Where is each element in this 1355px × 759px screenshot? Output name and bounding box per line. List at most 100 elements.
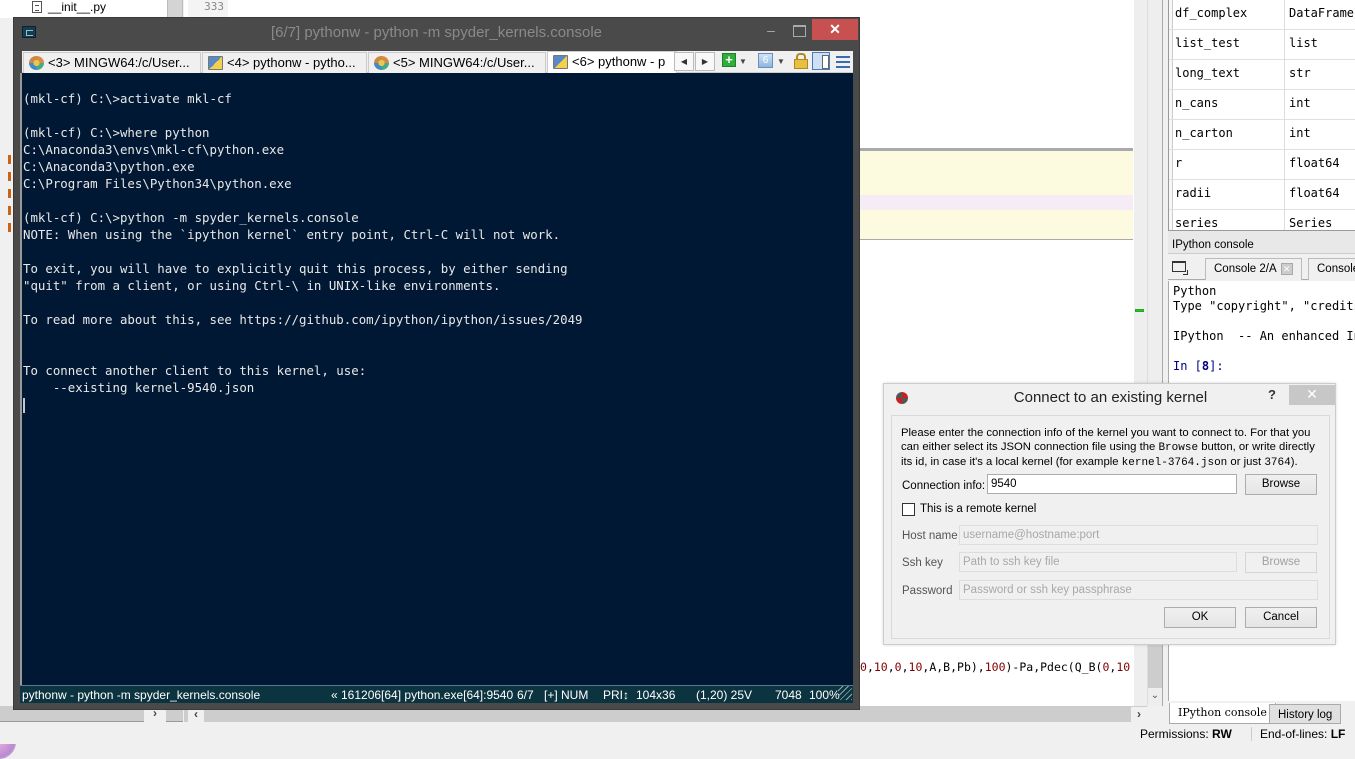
file-name: __init__.py bbox=[48, 0, 107, 14]
variable-row[interactable]: list_test list bbox=[1169, 30, 1355, 60]
status-size[interactable]: 104x36 bbox=[636, 686, 675, 704]
variable-row[interactable]: long_text str bbox=[1169, 60, 1355, 90]
variable-type: float64 bbox=[1289, 186, 1340, 200]
dialog-close-button[interactable]: ✕ bbox=[1289, 385, 1335, 405]
mingw-icon bbox=[29, 56, 44, 70]
terminal-line: C:\Anaconda3\envs\mkl-cf\python.exe bbox=[23, 142, 285, 157]
status-cursor[interactable]: (1,20) 25V bbox=[696, 686, 752, 704]
status-priority[interactable]: PRI↕ bbox=[603, 686, 629, 704]
variable-row[interactable]: radii float64 bbox=[1169, 180, 1355, 210]
permissions-status: Permissions: RW bbox=[1140, 727, 1232, 741]
code-token: 10 bbox=[908, 660, 923, 674]
host-name-input[interactable] bbox=[959, 525, 1318, 545]
variable-type: int bbox=[1289, 96, 1311, 110]
variable-row[interactable]: n_carton int bbox=[1169, 120, 1355, 150]
conemu-window: [6/7] pythonw - python -m spyder_kernels… bbox=[13, 17, 860, 710]
ssh-browse-button[interactable]: Browse bbox=[1245, 552, 1317, 573]
terminal-line: NOTE: When using the `ipython kernel` en… bbox=[23, 227, 561, 242]
console-tab-3[interactable]: <3> MINGW64:/c/User... bbox=[23, 52, 201, 73]
pane-splitter[interactable] bbox=[167, 0, 183, 18]
tab-console-2a[interactable]: Console 2/A ✕ bbox=[1205, 258, 1302, 280]
minimize-button[interactable]: – bbox=[759, 20, 783, 42]
variable-name: df_complex bbox=[1175, 6, 1248, 20]
mingw-icon bbox=[374, 56, 389, 70]
ipython-output-line: IPython -- An enhanced In bbox=[1173, 329, 1355, 343]
chevron-down-icon[interactable]: ▼ bbox=[776, 53, 786, 70]
close-button[interactable]: ✕ bbox=[812, 19, 858, 40]
variable-name: n_cans bbox=[1175, 96, 1219, 110]
resize-grip[interactable] bbox=[838, 686, 852, 700]
editor-scroll-thumb[interactable] bbox=[1148, 640, 1162, 688]
terminal-line: C:\Program Files\Python34\python.exe bbox=[23, 176, 292, 191]
file-tree-item[interactable]: __init__.py bbox=[32, 0, 106, 14]
scroll-right-icon[interactable]: › bbox=[1131, 707, 1147, 723]
connection-info-input[interactable] bbox=[987, 474, 1237, 494]
editor-code-line: 0,10,0,10,A,B,Pb),100)-Pa,Pdec(Q_B(0,10 bbox=[860, 658, 1133, 676]
variable-name: radii bbox=[1175, 186, 1212, 200]
python-file-icon bbox=[32, 1, 42, 13]
status-pid[interactable]: 7048 bbox=[775, 686, 802, 704]
close-tab-icon[interactable]: ✕ bbox=[1280, 262, 1293, 275]
terminal-line: --existing kernel-9540.json bbox=[23, 380, 255, 395]
file-explorer: __init__.py bbox=[0, 0, 170, 18]
code-token: 0 bbox=[860, 660, 867, 674]
variable-type: float64 bbox=[1289, 156, 1340, 170]
tab-history-log[interactable]: History log bbox=[1269, 704, 1342, 724]
terminal-line: (mkl-cf) C:\>python -m spyder_kernels.co… bbox=[23, 210, 359, 225]
variable-name: series bbox=[1175, 216, 1219, 230]
lock-icon[interactable] bbox=[794, 53, 808, 69]
browse-button[interactable]: Browse bbox=[1245, 474, 1317, 495]
line-number: 333 bbox=[188, 0, 228, 18]
title-bar[interactable]: [6/7] pythonw - python -m spyder_kernels… bbox=[14, 18, 859, 48]
ssh-key-label: Ssh key bbox=[902, 557, 943, 569]
ipython-pane-title: IPython console bbox=[1168, 236, 1355, 254]
status-process[interactable]: « 161206[64] python.exe[64]:9540 bbox=[331, 686, 513, 704]
tab-console[interactable]: Console bbox=[1308, 258, 1355, 280]
conemu-status-bar: pythonw - python -m spyder_kernels.conso… bbox=[20, 685, 853, 703]
status-console-index[interactable]: 6/7 bbox=[517, 686, 534, 704]
split-view-icon[interactable] bbox=[812, 52, 830, 70]
help-button[interactable]: ? bbox=[1268, 387, 1276, 402]
ipython-output-line: Python bbox=[1173, 284, 1217, 298]
variable-row[interactable]: series Series bbox=[1169, 210, 1355, 230]
console-list-button[interactable]: 6 bbox=[758, 53, 773, 68]
tab-scroll-left-button[interactable]: ◀ bbox=[674, 52, 694, 71]
console-tab-4[interactable]: <4> pythonw - pytho... bbox=[202, 52, 367, 73]
python-console-icon bbox=[553, 55, 568, 69]
console-tab-6[interactable]: <6> pythonw - p bbox=[547, 51, 677, 73]
variable-name: list_test bbox=[1175, 36, 1241, 50]
variable-explorer: df_complex DataFrame list_test list long_tex… bbox=[1168, 0, 1355, 230]
tab-ipython-console[interactable]: IPython console bbox=[1169, 703, 1276, 724]
new-console-button[interactable]: + bbox=[722, 53, 736, 67]
variable-type: Series bbox=[1289, 216, 1333, 230]
dialog-description: Please enter the connection info of the … bbox=[901, 427, 1315, 469]
terminal-line: To exit, you will have to explicitly qui… bbox=[23, 261, 568, 276]
ok-button[interactable]: OK bbox=[1164, 607, 1236, 628]
tab-scroll-right-button[interactable]: ▶ bbox=[695, 52, 715, 71]
variable-row[interactable]: n_cans int bbox=[1169, 90, 1355, 120]
folder-icon[interactable] bbox=[1172, 261, 1188, 275]
terminal-line: To connect another client to this kernel… bbox=[23, 363, 367, 378]
password-label: Password bbox=[902, 585, 953, 597]
terminal-output[interactable]: (mkl-cf) C:\>activate mkl-cf (mkl-cf) C:… bbox=[20, 73, 853, 685]
status-zoom[interactable]: 100% bbox=[809, 686, 840, 704]
status-flags[interactable]: [+] NUM bbox=[544, 686, 588, 704]
remote-kernel-checkbox[interactable] bbox=[902, 503, 915, 516]
password-input[interactable] bbox=[959, 580, 1318, 600]
host-name-label: Host name bbox=[902, 530, 958, 542]
scroll-down-icon[interactable]: ⌄ bbox=[1148, 688, 1162, 704]
warning-marker[interactable] bbox=[1135, 309, 1144, 312]
variable-row[interactable]: df_complex DataFrame bbox=[1169, 0, 1355, 30]
maximize-button[interactable] bbox=[787, 20, 811, 42]
ssh-key-input[interactable] bbox=[959, 552, 1237, 572]
chevron-down-icon[interactable]: ▼ bbox=[738, 53, 748, 70]
menu-icon[interactable] bbox=[836, 56, 850, 68]
variable-row[interactable]: r float64 bbox=[1169, 150, 1355, 180]
terminal-line: (mkl-cf) C:\>where python bbox=[23, 125, 210, 140]
code-token: 10 bbox=[1116, 660, 1131, 674]
console-tab-5[interactable]: <5> MINGW64:/c/User... bbox=[368, 52, 546, 73]
cancel-button[interactable]: Cancel bbox=[1245, 607, 1317, 628]
terminal-line: (mkl-cf) C:\>activate mkl-cf bbox=[23, 91, 232, 106]
current-line-highlight bbox=[860, 195, 1133, 210]
variable-type: list bbox=[1289, 36, 1318, 50]
